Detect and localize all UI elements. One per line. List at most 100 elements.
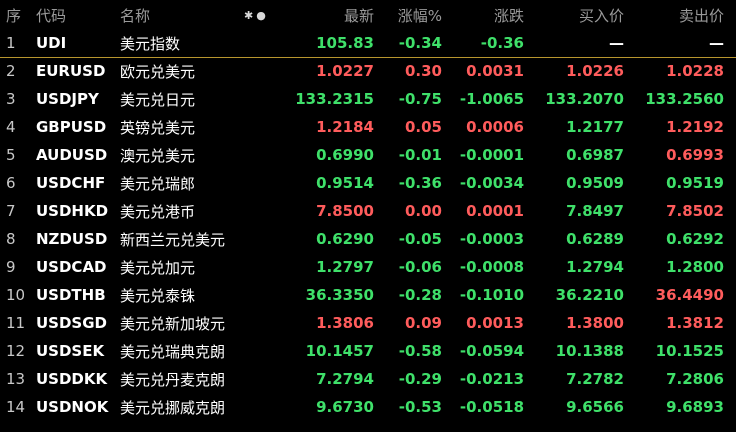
- symbol-code: USDCHF: [36, 174, 106, 192]
- ask-price: 9.6893: [666, 398, 724, 416]
- symbol-name: 澳元兑美元: [120, 146, 196, 165]
- symbol-name: 美元兑泰铢: [120, 286, 196, 305]
- change-amount: 0.0013: [466, 314, 524, 332]
- change-percent: -0.01: [398, 146, 442, 164]
- last-price: 7.2794: [316, 370, 374, 388]
- change-percent: -0.06: [398, 258, 442, 276]
- table-row[interactable]: 14 USDNOK 美元兑挪威克朗 9.6730 -0.53 -0.0518 9.6566 9…: [0, 393, 736, 421]
- header-icons[interactable]: ✱ ●: [244, 0, 266, 30]
- last-price: 1.3806: [316, 314, 374, 332]
- header-last[interactable]: 最新: [282, 0, 374, 30]
- change-percent: -0.05: [398, 230, 442, 248]
- table-row[interactable]: 10 USDTHB 美元兑泰铢 36.3350 -0.28 -0.1010 36.2210 3…: [0, 281, 736, 309]
- table-row[interactable]: 4 GBPUSD 英镑兑美元 1.2184 0.05 0.0006 1.2177 1.2192: [0, 113, 736, 141]
- last-price: 0.6290: [316, 230, 374, 248]
- ask-price: 7.2806: [666, 370, 724, 388]
- row-index: 9: [6, 258, 16, 276]
- symbol-name: 美元兑日元: [120, 90, 196, 109]
- change-amount: -0.0001: [459, 146, 524, 164]
- table-row[interactable]: 1 UDI 美元指数 105.83 -0.34 -0.36 — —: [0, 29, 736, 57]
- ask-price: 1.0228: [666, 62, 724, 80]
- bid-price: 10.1388: [555, 342, 624, 360]
- bid-price: 1.2177: [566, 118, 624, 136]
- row-index: 11: [6, 314, 26, 332]
- table-row[interactable]: 2 EURUSD 欧元兑美元 1.0227 0.30 0.0031 1.0226 1.0228: [0, 57, 736, 85]
- change-amount: -0.0008: [459, 258, 524, 276]
- change-percent: 0.05: [404, 118, 442, 136]
- bid-price: 1.2794: [566, 258, 624, 276]
- header-pct[interactable]: 涨幅%: [382, 0, 442, 30]
- row-index: 4: [6, 118, 16, 136]
- ask-price: 1.3812: [666, 314, 724, 332]
- row-index: 14: [6, 398, 26, 416]
- ask-price: 1.2800: [666, 258, 724, 276]
- symbol-name: 欧元兑美元: [120, 62, 196, 81]
- header-idx[interactable]: 序: [6, 0, 28, 30]
- table-row[interactable]: 9 USDCAD 美元兑加元 1.2797 -0.06 -0.0008 1.2794 1.28…: [0, 253, 736, 281]
- symbol-code: USDNOK: [36, 398, 109, 416]
- table-row[interactable]: 8 NZDUSD 新西兰元兑美元 0.6290 -0.05 -0.0003 0.6289 0.…: [0, 225, 736, 253]
- row-index: 6: [6, 174, 16, 192]
- bid-price: —: [609, 34, 624, 52]
- ask-price: 1.2192: [666, 118, 724, 136]
- symbol-name: 美元指数: [120, 34, 181, 53]
- bid-price: 1.3800: [566, 314, 624, 332]
- change-amount: -0.1010: [459, 286, 524, 304]
- ask-price: —: [709, 34, 724, 52]
- last-price: 7.8500: [316, 202, 374, 220]
- symbol-code: USDSEK: [36, 342, 105, 360]
- bid-price: 0.6987: [566, 146, 624, 164]
- asterisk-icon: ✱: [244, 8, 254, 22]
- symbol-name: 美元兑新加坡元: [120, 314, 226, 333]
- change-percent: -0.29: [398, 370, 442, 388]
- table-row[interactable]: 6 USDCHF 美元兑瑞郎 0.9514 -0.36 -0.0034 0.9509 0.95…: [0, 169, 736, 197]
- header-code[interactable]: 代码: [36, 0, 120, 30]
- symbol-name: 美元兑丹麦克朗: [120, 370, 226, 389]
- symbol-code: USDSGD: [36, 314, 108, 332]
- bid-price: 133.2070: [545, 90, 624, 108]
- ask-price: 10.1525: [655, 342, 724, 360]
- row-index: 8: [6, 230, 16, 248]
- symbol-code: USDDKK: [36, 370, 108, 388]
- row-index: 12: [6, 342, 26, 360]
- header-ask[interactable]: 卖出价: [630, 0, 724, 30]
- change-percent: -0.34: [398, 34, 442, 52]
- last-price: 1.2184: [316, 118, 374, 136]
- ask-price: 133.2560: [645, 90, 724, 108]
- symbol-code: GBPUSD: [36, 118, 107, 136]
- last-price: 10.1457: [305, 342, 374, 360]
- row-index: 3: [6, 90, 16, 108]
- symbol-name: 美元兑港币: [120, 202, 196, 221]
- change-percent: -0.36: [398, 174, 442, 192]
- header-bid[interactable]: 买入价: [530, 0, 624, 30]
- change-amount: -0.36: [480, 34, 524, 52]
- symbol-name: 英镑兑美元: [120, 118, 196, 137]
- dot-icon: ●: [256, 8, 266, 22]
- symbol-code: USDTHB: [36, 286, 106, 304]
- table-row[interactable]: 13 USDDKK 美元兑丹麦克朗 7.2794 -0.29 -0.0213 7.2782 7…: [0, 365, 736, 393]
- change-amount: -0.0518: [459, 398, 524, 416]
- change-percent: -0.75: [398, 90, 442, 108]
- symbol-code: USDJPY: [36, 90, 99, 108]
- header-chg[interactable]: 涨跌: [446, 0, 524, 30]
- last-price: 9.6730: [316, 398, 374, 416]
- table-row[interactable]: 7 USDHKD 美元兑港币 7.8500 0.00 0.0001 7.8497 7.8502: [0, 197, 736, 225]
- table-row[interactable]: 12 USDSEK 美元兑瑞典克朗 10.1457 -0.58 -0.0594 10.138…: [0, 337, 736, 365]
- table-row[interactable]: 11 USDSGD 美元兑新加坡元 1.3806 0.09 0.0013 1.3800 1.3…: [0, 309, 736, 337]
- change-amount: -0.0594: [459, 342, 524, 360]
- ask-price: 0.9519: [666, 174, 724, 192]
- symbol-code: EURUSD: [36, 62, 106, 80]
- symbol-code: UDI: [36, 34, 67, 52]
- table-row[interactable]: 5 AUDUSD 澳元兑美元 0.6990 -0.01 -0.0001 0.6987 0.69…: [0, 141, 736, 169]
- row-index: 5: [6, 146, 16, 164]
- symbol-name: 美元兑挪威克朗: [120, 398, 226, 417]
- table-row[interactable]: 3 USDJPY 美元兑日元 133.2315 -0.75 -1.0065 133.2070…: [0, 85, 736, 113]
- symbol-code: NZDUSD: [36, 230, 108, 248]
- ask-price: 36.4490: [655, 286, 724, 304]
- change-percent: 0.30: [404, 62, 442, 80]
- change-percent: -0.58: [398, 342, 442, 360]
- change-percent: 0.09: [404, 314, 442, 332]
- last-price: 105.83: [316, 34, 374, 52]
- row-index: 13: [6, 370, 26, 388]
- change-amount: 0.0006: [466, 118, 524, 136]
